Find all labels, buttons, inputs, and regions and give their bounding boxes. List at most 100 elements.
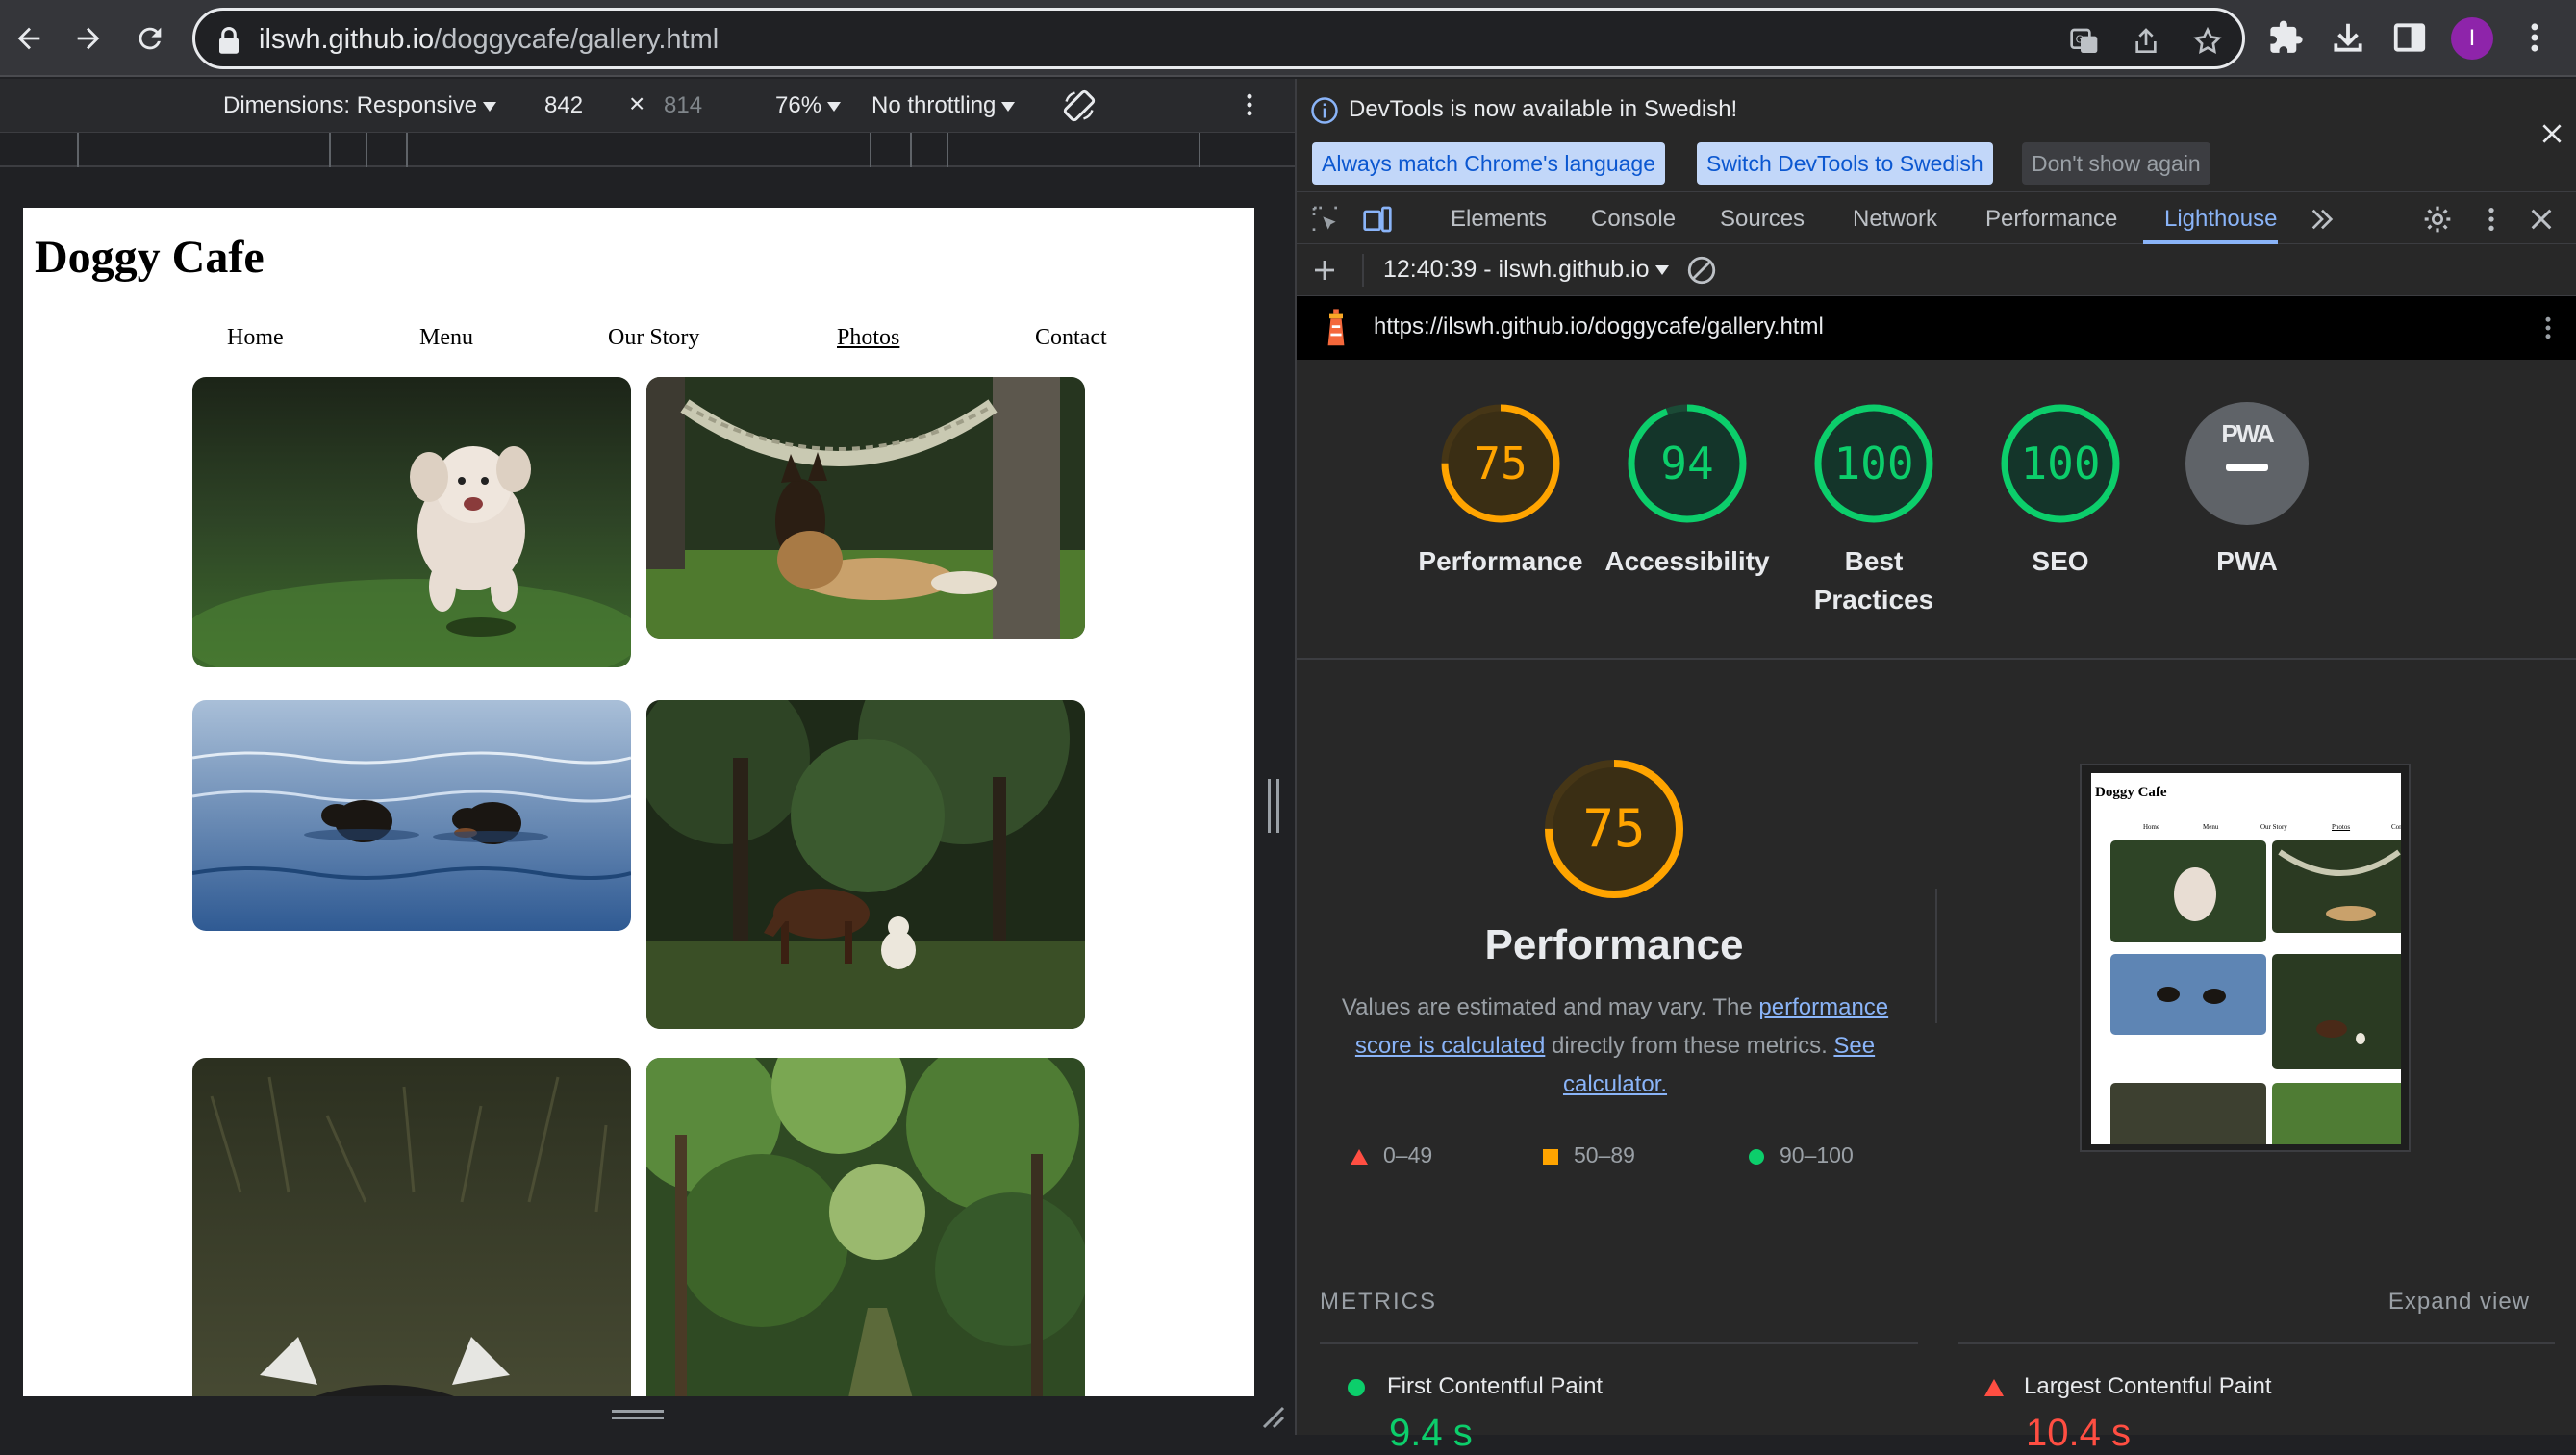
share-icon[interactable]: [2131, 26, 2161, 57]
close-icon[interactable]: [2539, 121, 2564, 146]
svg-text:G: G: [2076, 33, 2084, 45]
website-page: Doggy Cafe Home Menu Our Story Photos Co…: [23, 208, 1254, 1396]
gallery-photo-forest-path: [646, 1058, 1085, 1396]
always-match-language-button[interactable]: Always match Chrome's language: [1312, 142, 1665, 185]
media-query-ruler: [0, 133, 1295, 167]
score-label: Best Practices: [1813, 546, 1934, 615]
width-input[interactable]: 842: [544, 92, 583, 119]
pass-circle-icon: [1348, 1378, 1365, 1396]
metrics-heading: METRICS: [1320, 1289, 1437, 1315]
score-value: 75: [1474, 438, 1528, 489]
close-devtools-icon[interactable]: [2526, 204, 2557, 235]
divider: [1297, 658, 2576, 660]
height-input[interactable]: 814: [664, 92, 702, 119]
lighthouse-logo-icon: [1327, 309, 1345, 346]
devtools-tabbar: Elements Console Sources Network Perform…: [1297, 192, 2576, 244]
score-gauge-seo[interactable]: 100 SEO: [1964, 396, 2157, 581]
switch-to-swedish-button[interactable]: Switch DevTools to Swedish: [1697, 142, 1993, 185]
metric-fcp: First Contentful Paint: [1347, 1373, 1603, 1400]
resize-handle-bottom[interactable]: [612, 1410, 664, 1421]
zoom-select[interactable]: 76%: [775, 92, 842, 119]
reload-icon: [139, 27, 162, 50]
fail-triangle-icon: [1984, 1378, 2004, 1396]
avatar[interactable]: I: [2451, 17, 2493, 60]
report-url-bar: https://ilswh.github.io/doggycafe/galler…: [1297, 296, 2576, 360]
panel-split-handle[interactable]: [1268, 779, 1279, 833]
circle-icon: [1749, 1148, 1764, 1165]
dont-show-again-button[interactable]: Don't show again: [2022, 142, 2210, 185]
device-toggle-icon[interactable]: [1362, 204, 1393, 235]
gallery-photo-husky: [192, 1058, 631, 1396]
more-vert-icon[interactable]: [1235, 90, 1264, 119]
tab-network[interactable]: Network: [1853, 206, 1937, 233]
arrow-left-icon: [17, 27, 40, 50]
clear-icon[interactable]: [1685, 254, 1718, 287]
site-title: Doggy Cafe: [35, 232, 265, 283]
tab-console[interactable]: Console: [1591, 206, 1676, 233]
metric-lcp-value: 10.4 s: [2026, 1412, 2131, 1454]
settings-gear-icon[interactable]: [2422, 204, 2453, 235]
lighthouse-toolbar: 12:40:39 - ilswh.github.io: [1297, 244, 2576, 296]
page-screenshot-thumbnail[interactable]: Doggy Cafe Home Menu Our Story Photos Co…: [2080, 764, 2411, 1152]
more-tabs-icon[interactable]: [2307, 204, 2337, 235]
square-icon: [1543, 1148, 1558, 1165]
side-panel-icon[interactable]: [2391, 19, 2428, 56]
rotate-icon[interactable]: [1062, 88, 1097, 123]
caret-down-icon: [1654, 265, 1669, 276]
score-label: PWA: [2216, 546, 2278, 576]
report-url: https://ilswh.github.io/doggycafe/galler…: [1374, 314, 1824, 339]
star-icon[interactable]: [2192, 26, 2223, 57]
score-gauge-accessibility[interactable]: 94 Accessibility: [1591, 396, 1783, 581]
thumbnail-title: Doggy Cafe: [2095, 785, 2167, 800]
more-vert-icon[interactable]: [2534, 314, 2563, 342]
more-vert-icon[interactable]: [2516, 19, 2553, 56]
nav-menu[interactable]: Menu: [419, 325, 473, 351]
extensions-icon[interactable]: [2268, 19, 2305, 56]
score-label: SEO: [2032, 546, 2089, 576]
inspect-element-icon[interactable]: [1310, 204, 1341, 235]
score-gauge-pwa[interactable]: PWA PWA: [2151, 396, 2343, 581]
legend-fail: 0–49: [1349, 1142, 1432, 1168]
gallery-photo-hammock-dog: [646, 377, 1085, 639]
nav-our-story[interactable]: Our Story: [608, 325, 699, 351]
gallery-photo-swimming-dogs: [192, 700, 631, 931]
address-bar[interactable]: ilswh.github.io/doggycafe/gallery.html G: [192, 8, 2245, 69]
metric-lcp: Largest Contentful Paint: [1983, 1373, 2272, 1400]
report-select[interactable]: 12:40:39 - ilswh.github.io: [1383, 256, 1669, 284]
reload-button[interactable]: [125, 13, 175, 63]
back-button[interactable]: [4, 13, 54, 63]
infobar-message: DevTools is now available in Swedish!: [1349, 96, 1738, 122]
score-gauge-performance[interactable]: 75 Performance: [1404, 396, 1597, 581]
download-icon[interactable]: [2330, 19, 2366, 56]
throttling-select[interactable]: No throttling: [871, 92, 1016, 119]
dimensions-select[interactable]: Dimensions: Responsive: [223, 92, 497, 119]
score-gauge-best-practices[interactable]: 100 Best Practices: [1778, 396, 1970, 619]
translate-icon[interactable]: G: [2069, 26, 2100, 57]
nav-contact[interactable]: Contact: [1035, 325, 1107, 351]
info-icon: [1311, 97, 1338, 124]
thumbnail-photos: [2110, 840, 2401, 1144]
expand-view-button[interactable]: Expand view: [2388, 1289, 2530, 1316]
caret-down-icon: [827, 101, 842, 112]
forward-button[interactable]: [63, 13, 114, 63]
browser-toolbar: ilswh.github.io/doggycafe/gallery.html G…: [0, 0, 2576, 77]
plus-icon[interactable]: [1310, 256, 1339, 285]
metric-rule: [1320, 1342, 1918, 1344]
triangle-icon: [1351, 1148, 1368, 1165]
more-vert-icon[interactable]: [2476, 204, 2507, 235]
score-label: Accessibility: [1604, 546, 1770, 576]
arrow-right-icon: [77, 27, 100, 50]
caret-down-icon: [1001, 101, 1016, 112]
times-icon: ×: [629, 88, 645, 118]
device-toolbar: Dimensions: Responsive 842 × 814 76% No …: [0, 79, 1295, 133]
vertical-divider: [1935, 889, 1937, 1023]
lock-icon: [219, 26, 239, 54]
tab-performance[interactable]: Performance: [1985, 206, 2117, 233]
nav-home[interactable]: Home: [227, 325, 284, 351]
tab-elements[interactable]: Elements: [1451, 206, 1547, 233]
tab-lighthouse[interactable]: Lighthouse: [2164, 206, 2277, 233]
nav-photos[interactable]: Photos: [837, 325, 899, 351]
tab-sources[interactable]: Sources: [1720, 206, 1805, 233]
performance-title: Performance: [1484, 921, 1744, 968]
resize-handle-corner[interactable]: [1260, 1404, 1285, 1429]
